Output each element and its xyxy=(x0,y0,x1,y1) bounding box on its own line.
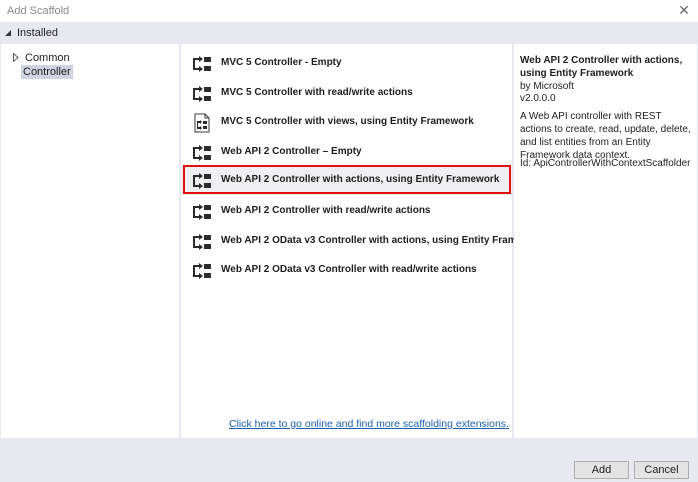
category-tree xyxy=(1,44,179,438)
online-extensions-link[interactable]: Click here to go online and find more sc… xyxy=(229,418,509,430)
controller-icon xyxy=(193,173,211,189)
scaffold-item-webapi2-empty[interactable]: Web API 2 Controller – Empty xyxy=(181,138,512,167)
scaffold-item-label: MVC 5 Controller - Empty xyxy=(221,57,342,68)
scaffold-item-label: Web API 2 OData v3 Controller with actio… xyxy=(221,235,546,246)
scaffold-item-webapi2-readwrite[interactable]: Web API 2 Controller with read/write act… xyxy=(181,197,512,226)
scaffold-item-label: Web API 2 OData v3 Controller with read/… xyxy=(221,264,477,275)
add-button[interactable]: Add xyxy=(574,461,629,479)
expand-triangle-icon[interactable] xyxy=(13,53,19,62)
scaffold-item-webapi2-odata-readwrite[interactable]: Web API 2 OData v3 Controller with read/… xyxy=(181,256,512,285)
scaffold-item-label: Web API 2 Controller with actions, using… xyxy=(221,174,500,185)
window-title: Add Scaffold xyxy=(7,5,70,17)
controller-icon xyxy=(193,204,211,220)
scaffold-item-label: Web API 2 Controller – Empty xyxy=(221,146,362,157)
tree-item-controller[interactable]: Controller xyxy=(21,65,73,79)
details-description: A Web API controller with REST actions t… xyxy=(520,111,691,161)
scaffold-item-label: MVC 5 Controller with read/write actions xyxy=(221,87,413,98)
controller-views-icon xyxy=(194,113,210,133)
details-title: Web API 2 Controller with actions, using… xyxy=(520,55,683,79)
controller-icon xyxy=(193,145,211,161)
scaffold-item-mvc5-readwrite[interactable]: MVC 5 Controller with read/write actions xyxy=(181,79,512,108)
close-icon[interactable]: ✕ xyxy=(676,2,692,18)
scaffold-item-mvc5-views-ef[interactable]: MVC 5 Controller with views, using Entit… xyxy=(181,108,512,137)
details-id: Id: ApiControllerWithContextScaffolder xyxy=(520,158,691,169)
title-bar: Add Scaffold ✕ xyxy=(0,0,698,22)
controller-icon xyxy=(193,56,211,72)
collapse-triangle-icon xyxy=(5,30,11,36)
tree-item-common[interactable]: Common xyxy=(23,51,72,65)
controller-icon xyxy=(193,86,211,102)
cancel-button[interactable]: Cancel xyxy=(634,461,689,479)
controller-icon xyxy=(193,234,211,250)
scaffold-item-label: Web API 2 Controller with read/write act… xyxy=(221,205,431,216)
controller-icon xyxy=(193,263,211,279)
scaffold-item-webapi2-odata-ef[interactable]: Web API 2 OData v3 Controller with actio… xyxy=(181,227,546,256)
scaffold-item-webapi2-actions-ef[interactable]: Web API 2 Controller with actions, using… xyxy=(181,166,512,195)
scaffold-item-mvc5-empty[interactable]: MVC 5 Controller - Empty xyxy=(181,49,512,78)
installed-header[interactable]: Installed xyxy=(0,22,698,43)
installed-label: Installed xyxy=(17,27,58,39)
scaffold-item-label: MVC 5 Controller with views, using Entit… xyxy=(221,116,474,127)
details-version: v2.0.0.0 xyxy=(520,93,556,104)
